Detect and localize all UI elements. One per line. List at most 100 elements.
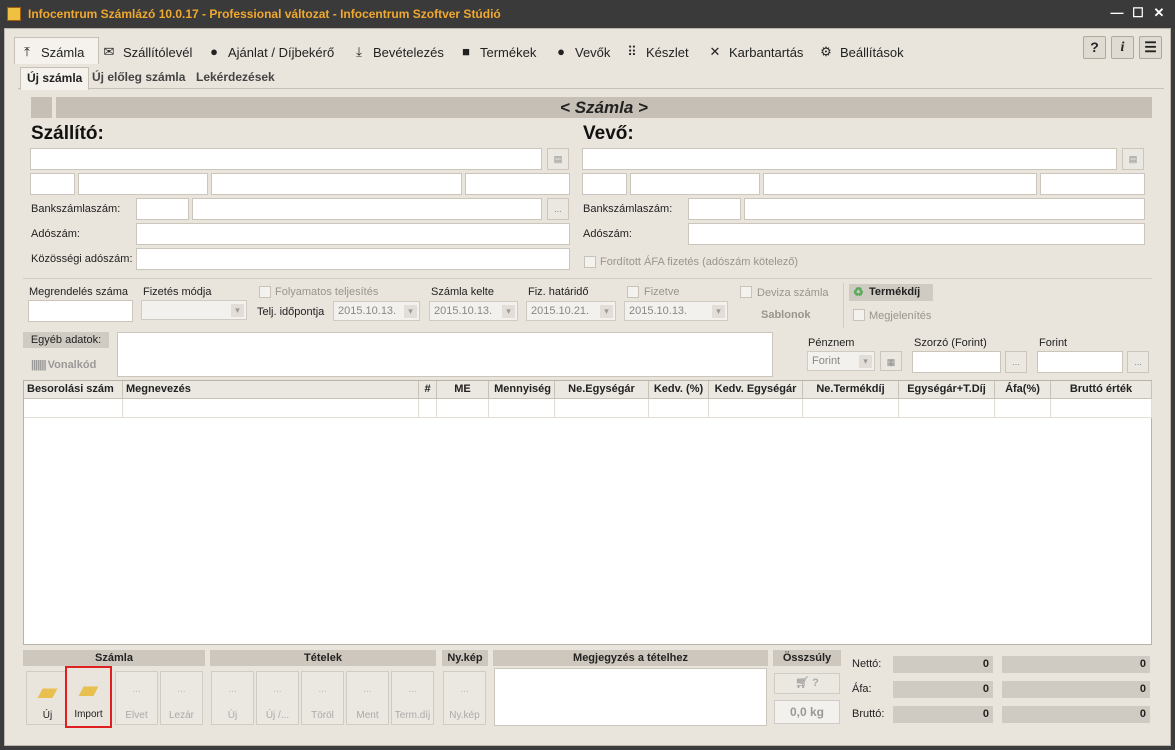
info-button[interactable]: i xyxy=(1111,36,1134,59)
currency-select[interactable]: Forint xyxy=(807,351,875,371)
buyer-city-input[interactable] xyxy=(630,173,760,195)
invoice-discard-button[interactable]: ... Elvet xyxy=(115,671,158,725)
col-net-product-fee[interactable]: Ne.Termékdíj xyxy=(803,381,899,399)
col-quantity[interactable]: Mennyiség xyxy=(489,381,555,399)
templates-link[interactable]: Sablonok xyxy=(761,309,811,321)
order-number-input[interactable] xyxy=(28,300,133,322)
subtab-new-invoice[interactable]: Új számla xyxy=(20,67,90,90)
weight-calc-button[interactable]: 🛒︎ ? xyxy=(774,673,840,694)
items-grid[interactable]: Besorolási szám Megnevezés # ME Mennyisé… xyxy=(23,380,1152,645)
grid-cell[interactable] xyxy=(803,399,899,418)
payment-method-select[interactable] xyxy=(141,300,247,320)
grid-cell[interactable] xyxy=(1051,399,1152,418)
gross-label: Bruttó: xyxy=(852,708,885,720)
item-product-fee-button[interactable]: ... Term.díj xyxy=(391,671,434,725)
menu-vevok[interactable]: ● Vevők xyxy=(553,41,610,63)
continuous-checkbox[interactable] xyxy=(259,286,271,298)
list-button[interactable]: ☰ xyxy=(1139,36,1162,59)
grid-cell[interactable] xyxy=(24,399,123,418)
multiplier-input[interactable] xyxy=(912,351,1001,373)
supplier-lookup-button[interactable]: ▤ xyxy=(547,148,569,170)
due-date-input[interactable]: 2015.10.21. xyxy=(526,301,616,321)
minimize-button[interactable]: — xyxy=(1108,4,1126,22)
buyer-tax-input[interactable] xyxy=(688,223,1145,245)
grid-cell[interactable] xyxy=(649,399,709,418)
buyer-lookup-button[interactable]: ▤ xyxy=(1122,148,1144,170)
paid-checkbox[interactable] xyxy=(627,286,639,298)
subtab-advance-invoice[interactable]: Új előleg számla xyxy=(92,70,185,84)
grid-cell[interactable] xyxy=(419,399,437,418)
help-button[interactable]: ? xyxy=(1083,36,1106,59)
supplier-street-input[interactable] xyxy=(211,173,462,195)
invoice-new-button[interactable]: ▰ Új xyxy=(26,671,69,725)
supplier-bank-input[interactable] xyxy=(192,198,542,220)
menu-bevetelezes[interactable]: ⤓ Bevételezés xyxy=(351,41,444,63)
banner-toggle[interactable] xyxy=(31,97,52,118)
item-note-textarea[interactable] xyxy=(494,668,767,726)
col-vat[interactable]: Áfa(%) xyxy=(995,381,1051,399)
user-icon: ● xyxy=(557,44,565,59)
supplier-tax-input[interactable] xyxy=(136,223,570,245)
buyer-extra-input[interactable] xyxy=(1040,173,1145,195)
menu-karbantartas[interactable]: ✕ Karbantartás xyxy=(707,41,804,63)
supplier-eu-tax-input[interactable] xyxy=(136,248,570,270)
menu-termekek[interactable]: ■ Termékek xyxy=(458,41,536,63)
col-classification[interactable]: Besorolási szám xyxy=(24,381,123,399)
invoice-date-input[interactable]: 2015.10.13. xyxy=(429,301,518,321)
grid-cell[interactable] xyxy=(899,399,995,418)
print-preview-button[interactable]: ... Ny.kép xyxy=(443,671,486,725)
supplier-zip-input[interactable] xyxy=(30,173,75,195)
menu-beallitasok[interactable]: ⚙ Beállítások xyxy=(818,41,903,63)
supplier-extra-input[interactable] xyxy=(465,173,570,195)
buyer-zip-input[interactable] xyxy=(582,173,627,195)
subtab-queries[interactable]: Lekérdezések xyxy=(196,70,275,84)
col-gross[interactable]: Bruttó érték xyxy=(1051,381,1152,399)
grid-cell[interactable] xyxy=(995,399,1051,418)
item-delete-button[interactable]: ... Töröl xyxy=(301,671,344,725)
grid-cell[interactable] xyxy=(123,399,419,418)
product-fee-button[interactable]: ♻ Termékdíj xyxy=(849,284,933,301)
col-name[interactable]: Megnevezés xyxy=(123,381,419,399)
performance-date-input[interactable]: 2015.10.13. xyxy=(333,301,420,321)
buyer-street-input[interactable] xyxy=(763,173,1037,195)
menu-szallitolevel[interactable]: ✉ Szállítólevél xyxy=(101,41,193,63)
col-net-unit-price[interactable]: Ne.Egységár xyxy=(555,381,649,399)
grid-cell[interactable] xyxy=(709,399,803,418)
supplier-bank-more-button[interactable]: ... xyxy=(547,198,569,220)
item-save-button[interactable]: ... Ment xyxy=(346,671,389,725)
grid-cell[interactable] xyxy=(437,399,489,418)
buyer-bank-input[interactable] xyxy=(744,198,1145,220)
other-data-textarea[interactable] xyxy=(117,332,773,377)
reverse-vat-checkbox[interactable] xyxy=(584,256,596,268)
supplier-bank-prefix-input[interactable] xyxy=(136,198,189,220)
grid-cell[interactable] xyxy=(489,399,555,418)
foreign-currency-checkbox[interactable] xyxy=(740,286,752,298)
multiplier-more-button[interactable]: ... xyxy=(1005,351,1027,373)
col-unit-price-fee[interactable]: Egységár+T.Díj xyxy=(899,381,995,399)
col-unit[interactable]: ME xyxy=(437,381,489,399)
supplier-city-input[interactable] xyxy=(78,173,208,195)
menu-ajanlat[interactable]: ● Ajánlat / Díjbekérő xyxy=(206,41,334,63)
grid-cell[interactable] xyxy=(555,399,649,418)
show-checkbox[interactable] xyxy=(853,309,865,321)
item-new-button[interactable]: ... Új xyxy=(211,671,254,725)
maximize-button[interactable]: ☐ xyxy=(1129,4,1147,22)
item-new-more-button[interactable]: ... Új /... xyxy=(256,671,299,725)
buyer-name-input[interactable] xyxy=(582,148,1117,170)
col-discount-unit-price[interactable]: Kedv. Egységár xyxy=(709,381,803,399)
invoice-import-button[interactable]: ▰ Import xyxy=(65,666,112,728)
paid-date-input[interactable]: 2015.10.13. xyxy=(624,301,728,321)
col-hash[interactable]: # xyxy=(419,381,437,399)
buyer-bank-prefix-input[interactable] xyxy=(688,198,741,220)
barcode-button[interactable]: ||||||| Vonalkód xyxy=(31,359,96,371)
currency-rates-button[interactable]: ▦ xyxy=(880,351,902,371)
forint-input[interactable] xyxy=(1037,351,1123,373)
menu-keszlet[interactable]: ⠿ Készlet xyxy=(624,41,688,63)
menu-szamla[interactable]: ⤒ Számla xyxy=(19,41,84,63)
close-button[interactable]: ✕ xyxy=(1150,4,1168,22)
col-discount[interactable]: Kedv. (%) xyxy=(649,381,709,399)
invoice-close-button[interactable]: ... Lezár xyxy=(160,671,203,725)
section-item-note: Megjegyzés a tételhez xyxy=(493,650,768,666)
supplier-name-input[interactable] xyxy=(30,148,542,170)
forint-more-button[interactable]: ... xyxy=(1127,351,1149,373)
